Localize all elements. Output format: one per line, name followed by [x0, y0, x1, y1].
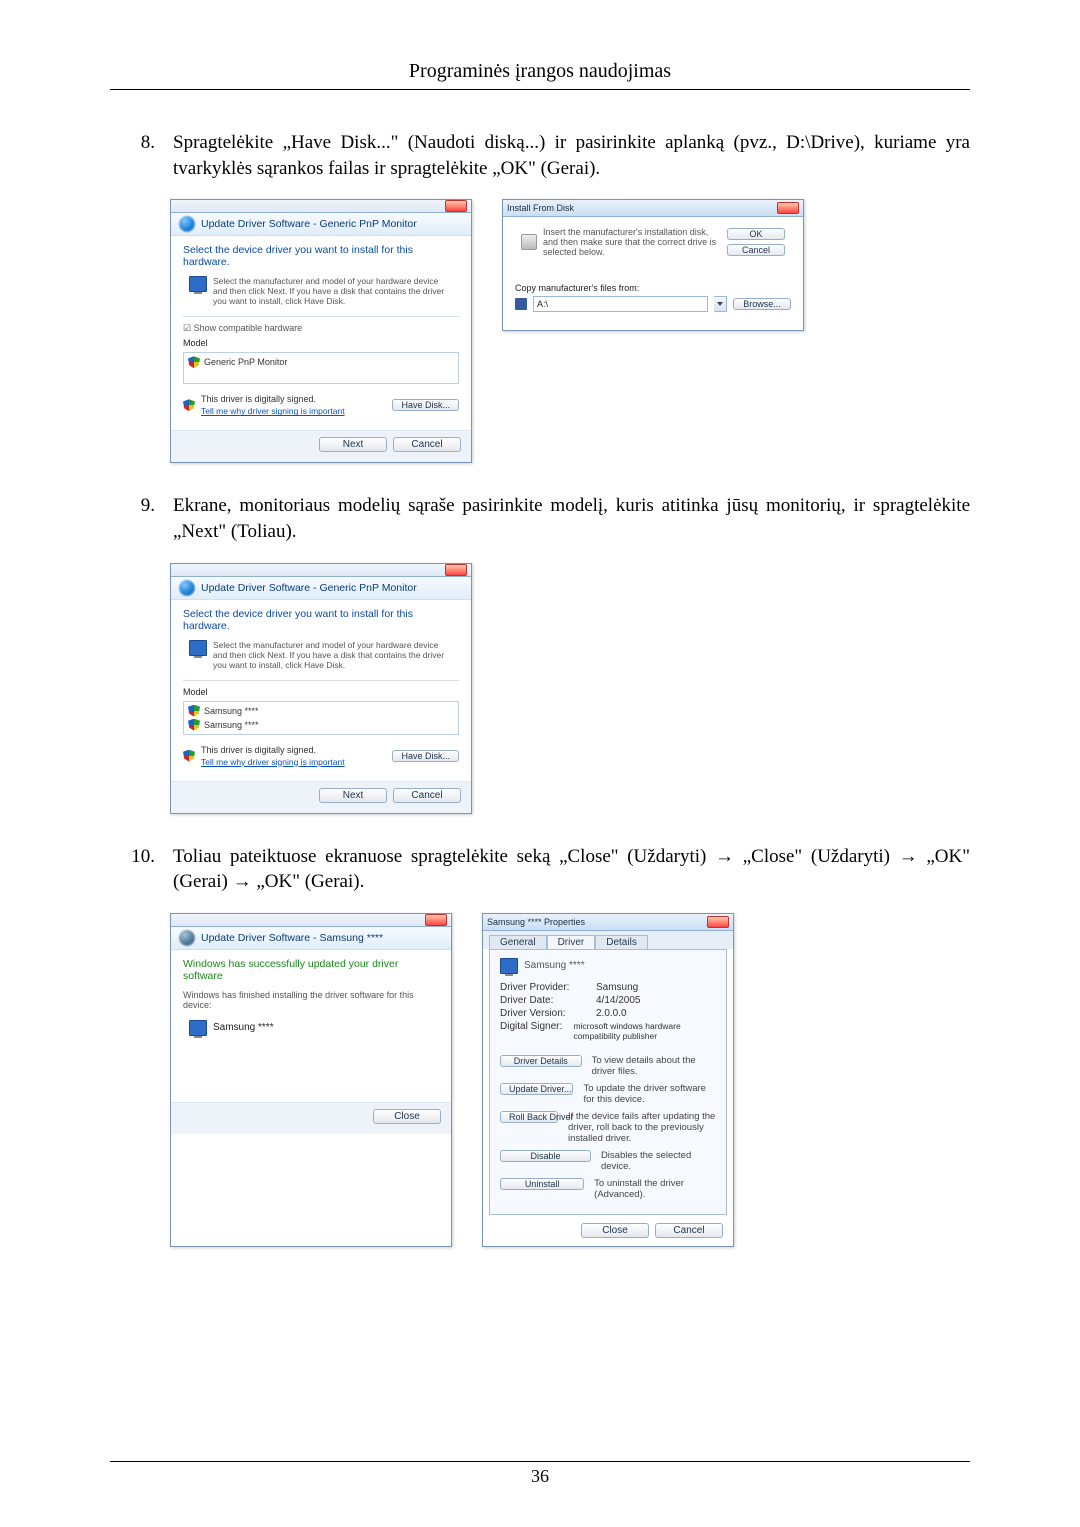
step-number: 9. [110, 493, 173, 544]
cancel-button[interactable]: Cancel [393, 788, 461, 803]
close-button[interactable]: Close [581, 1223, 649, 1238]
dialog-title: Update Driver Software - Generic PnP Mon… [201, 582, 417, 594]
monitor-icon [189, 640, 207, 656]
model-list[interactable]: Samsung **** Samsung **** [183, 701, 459, 735]
step-8: 8. Spragtelėkite „Have Disk..." (Naudoti… [110, 130, 970, 181]
compat-checkbox-label[interactable]: ☑ Show compatible hardware [183, 323, 459, 334]
dialog-hint: Select the manufacturer and model of you… [213, 640, 453, 670]
list-item[interactable]: Generic PnP Monitor [188, 355, 454, 369]
signed-label: This driver is digitally signed. [201, 394, 316, 404]
cancel-button[interactable]: Cancel [727, 244, 785, 256]
update-driver-button[interactable]: Update Driver... [500, 1083, 573, 1095]
step-10: 10. Toliau pateiktuose ekranuose spragte… [110, 844, 970, 895]
dialog-heading: Select the device driver you want to ins… [183, 608, 459, 632]
list-item[interactable]: Samsung **** [188, 718, 454, 732]
dialog-title: Samsung **** Properties [487, 917, 585, 927]
back-icon[interactable] [179, 580, 195, 596]
shield-icon [188, 705, 200, 717]
cancel-button[interactable]: Cancel [655, 1223, 723, 1238]
close-icon[interactable] [425, 914, 447, 926]
dialog-install-from-disk: Install From Disk Insert the manufacture… [502, 199, 804, 331]
device-name: Samsung **** [213, 1022, 274, 1033]
shield-icon [183, 399, 195, 411]
header-rule [110, 89, 970, 90]
install-msg: Insert the manufacturer's installation d… [543, 227, 721, 257]
success-heading: Windows has successfully updated your dr… [183, 958, 439, 982]
model-label: Model [183, 687, 459, 697]
shield-icon [188, 356, 200, 368]
label-version: Driver Version: [500, 1008, 586, 1019]
driver-details-button[interactable]: Driver Details [500, 1055, 582, 1067]
have-disk-button[interactable]: Have Disk... [392, 399, 459, 411]
floppy-icon [515, 298, 527, 310]
signed-label: This driver is digitally signed. [201, 745, 316, 755]
shield-icon [183, 750, 195, 762]
step-number: 8. [110, 130, 173, 181]
back-icon [179, 930, 195, 946]
tab-driver[interactable]: Driver [547, 935, 596, 949]
next-button[interactable]: Next [319, 437, 387, 452]
dialog-update-success: Update Driver Software - Samsung **** Wi… [170, 913, 452, 1247]
step-text: Toliau pateiktuose ekranuose spragtelėki… [173, 844, 970, 895]
model-label: Model [183, 338, 459, 348]
monitor-icon [500, 958, 518, 974]
signing-link[interactable]: Tell me why driver signing is important [201, 757, 345, 767]
close-button[interactable]: Close [373, 1109, 441, 1124]
dialog-update-driver-generic: Update Driver Software - Generic PnP Mon… [170, 199, 472, 463]
close-icon[interactable] [777, 202, 799, 214]
dialog-device-properties: Samsung **** Properties General Driver D… [482, 913, 734, 1247]
dialog-hint: Select the manufacturer and model of you… [213, 276, 453, 306]
disable-button[interactable]: Disable [500, 1150, 591, 1162]
model-list[interactable]: Generic PnP Monitor [183, 352, 459, 384]
close-icon[interactable] [707, 916, 729, 928]
page-footer: 36 [0, 1461, 1080, 1487]
close-icon[interactable] [445, 200, 467, 212]
signing-link[interactable]: Tell me why driver signing is important [201, 406, 345, 416]
disk-icon [521, 234, 537, 250]
label-signer: Digital Signer: [500, 1021, 563, 1041]
browse-button[interactable]: Browse... [733, 298, 791, 310]
finished-label: Windows has finished installing the driv… [183, 990, 439, 1010]
value-date: 4/14/2005 [596, 995, 641, 1006]
monitor-icon [189, 1020, 207, 1036]
page-header: Programinės įrangos naudojimas [110, 60, 970, 83]
step-9: 9. Ekrane, monitoriaus modelių sąraše pa… [110, 493, 970, 544]
dialog-title: Install From Disk [507, 203, 574, 213]
page-number: 36 [0, 1466, 1080, 1487]
label-date: Driver Date: [500, 995, 586, 1006]
shield-icon [188, 719, 200, 731]
back-icon[interactable] [179, 216, 195, 232]
device-name: Samsung **** [524, 960, 585, 971]
cancel-button[interactable]: Cancel [393, 437, 461, 452]
update-driver-desc: To update the driver software for this d… [583, 1083, 716, 1105]
value-version: 2.0.0.0 [596, 1008, 627, 1019]
disable-desc: Disables the selected device. [601, 1150, 716, 1172]
value-signer: microsoft windows hardware compatibility… [573, 1021, 716, 1041]
chevron-down-icon[interactable] [714, 296, 727, 312]
step-number: 10. [110, 844, 173, 895]
have-disk-button[interactable]: Have Disk... [392, 750, 459, 762]
tab-details[interactable]: Details [595, 935, 648, 949]
path-combo[interactable]: A:\ [533, 296, 708, 312]
dialog-title: Update Driver Software - Generic PnP Mon… [201, 218, 417, 230]
uninstall-button[interactable]: Uninstall [500, 1178, 584, 1190]
dialog-heading: Select the device driver you want to ins… [183, 244, 459, 268]
dialog-title: Update Driver Software - Samsung **** [201, 932, 383, 944]
step-text: Spragtelėkite „Have Disk..." (Naudoti di… [173, 130, 970, 181]
list-item[interactable]: Samsung **** [188, 704, 454, 718]
close-icon[interactable] [445, 564, 467, 576]
rollback-driver-desc: If the device fails after updating the d… [568, 1111, 716, 1144]
next-button[interactable]: Next [319, 788, 387, 803]
rollback-driver-button[interactable]: Roll Back Driver [500, 1111, 558, 1123]
label-provider: Driver Provider: [500, 982, 586, 993]
driver-details-desc: To view details about the driver files. [592, 1055, 716, 1077]
value-provider: Samsung [596, 982, 638, 993]
monitor-icon [189, 276, 207, 292]
step-text: Ekrane, monitoriaus modelių sąraše pasir… [173, 493, 970, 544]
tab-general[interactable]: General [489, 935, 547, 949]
copy-from-label: Copy manufacturer's files from: [515, 283, 791, 293]
dialog-update-driver-model-select: Update Driver Software - Generic PnP Mon… [170, 563, 472, 814]
ok-button[interactable]: OK [727, 228, 785, 240]
uninstall-desc: To uninstall the driver (Advanced). [594, 1178, 716, 1200]
